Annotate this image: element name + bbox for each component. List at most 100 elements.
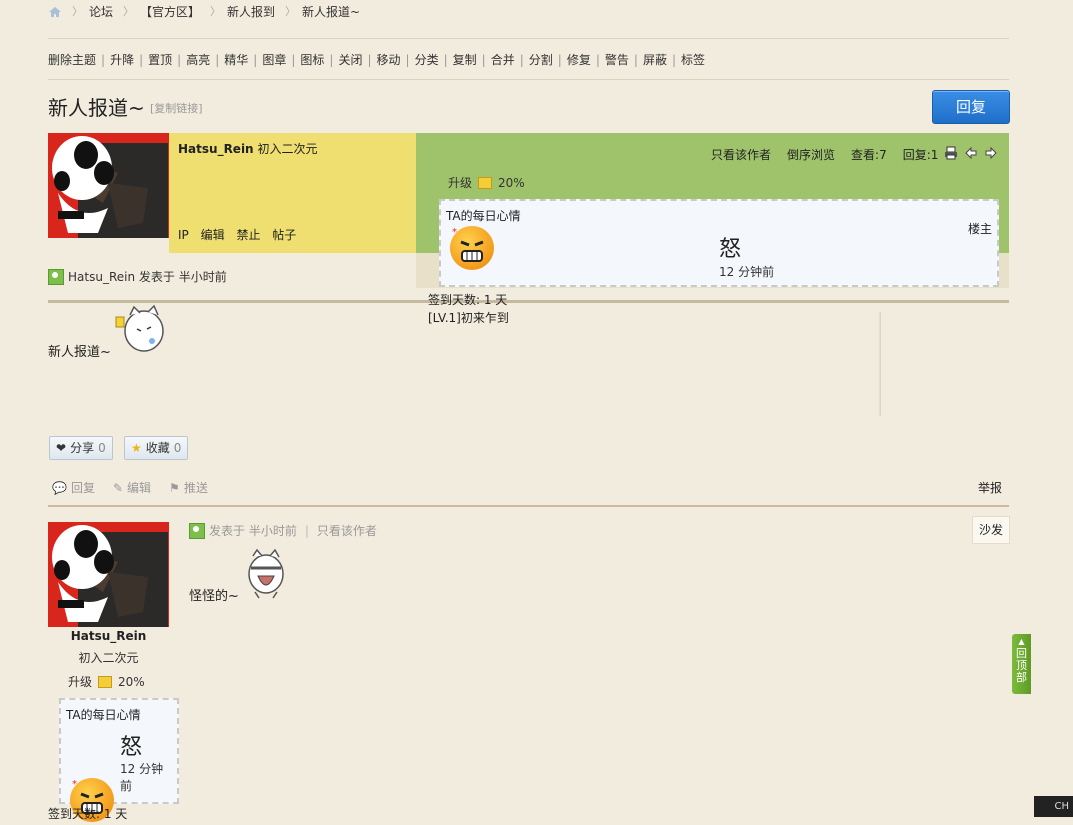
mod-action-9[interactable]: 分类 (415, 50, 439, 70)
post-divider (48, 505, 1009, 507)
waving-sticker-icon (114, 303, 166, 360)
mood-word: 怒 (120, 735, 143, 760)
avatar[interactable] (48, 133, 169, 238)
back-to-top-button[interactable]: ▲ 回顶部 (1012, 634, 1031, 694)
breadcrumb-separator: 〉 (123, 5, 135, 18)
only-author-link[interactable]: 只看该作者 (317, 522, 377, 539)
toolbar-separator: | (595, 53, 600, 67)
toolbar-separator: | (557, 53, 562, 67)
checkin-days: 签到天数: 1 天 (48, 807, 128, 821)
post-content: 新人报道~ (48, 345, 111, 360)
posted-text: Hatsu_Rein 发表于 半小时前 (68, 270, 227, 284)
toolbar-separator: | (443, 53, 448, 67)
floor-label[interactable]: 楼主 (963, 218, 997, 240)
thread-meta: 只看该作者 倒序浏览 查看:7 回复:1 (711, 146, 938, 163)
post-divider (48, 300, 1009, 303)
user-icon (189, 522, 205, 539)
star-icon: ★ (131, 441, 142, 455)
reverse-order-link[interactable]: 倒序浏览 (787, 146, 835, 163)
upgrade-percent: 20% (118, 674, 145, 689)
author-name[interactable]: Hatsu_Rein (48, 629, 169, 643)
mod-action-7[interactable]: 关闭 (338, 50, 362, 70)
posted-line: Hatsu_Rein 发表于 半小时前 (48, 268, 227, 285)
edit-action[interactable]: ✎ 编辑 (113, 479, 151, 496)
post-actions: 💬 回复 ✎ 编辑 ⚑ 推送 (52, 479, 208, 496)
mod-action-3[interactable]: 高亮 (186, 50, 210, 70)
mood-time: 12 分钟前 (719, 265, 775, 279)
breadcrumb-separator: 〉 (285, 5, 297, 18)
mod-action-12[interactable]: 分割 (529, 50, 553, 70)
author-rank: 初入二次元 (78, 651, 139, 665)
admin-links: IP 编辑 禁止 帖子 (178, 226, 304, 243)
push-action[interactable]: ⚑ 推送 (169, 479, 208, 496)
svg-text:*: * (72, 779, 77, 790)
print-icon[interactable] (944, 146, 958, 160)
toolbar-separator: | (139, 53, 144, 67)
toolbar-separator: | (519, 53, 524, 67)
upgrade-percent: 20% (498, 175, 525, 190)
mod-action-8[interactable]: 移动 (377, 50, 401, 70)
breadcrumb-newbie[interactable]: 新人报到 (227, 0, 275, 24)
crying-sticker-icon (245, 548, 287, 603)
mod-action-6[interactable]: 图标 (300, 50, 324, 70)
mod-action-4[interactable]: 精华 (224, 50, 248, 70)
upgrade-bar (98, 675, 113, 688)
reply-action-label: 回复 (70, 481, 95, 495)
mod-action-0[interactable]: 删除主题 (48, 50, 96, 70)
favorite-button[interactable]: ★ 收藏 0 (124, 436, 189, 460)
floor-label[interactable]: 沙发 (972, 516, 1010, 544)
mood-title: TA的每日心情 (66, 708, 141, 722)
mood-time: 12 分钟前 (120, 762, 164, 793)
arrow-up-icon: ▲ (1018, 637, 1025, 646)
mod-action-13[interactable]: 修复 (567, 50, 591, 70)
mod-action-5[interactable]: 图章 (262, 50, 286, 70)
ime-indicator[interactable]: CH (1034, 796, 1073, 817)
breadcrumb-forum[interactable]: 论坛 (89, 0, 113, 24)
edit-user-link[interactable]: 编辑 (201, 228, 225, 242)
report-link[interactable]: 举报 (978, 479, 1002, 496)
mod-action-1[interactable]: 升降 (110, 50, 134, 70)
toolbar-separator: | (291, 53, 296, 67)
mod-action-15[interactable]: 屏蔽 (643, 50, 667, 70)
divider (48, 38, 1009, 39)
prev-thread-icon[interactable] (964, 146, 978, 160)
ban-link[interactable]: 禁止 (236, 228, 260, 242)
user-icon (48, 268, 64, 285)
copy-link[interactable]: [复制链接] (150, 100, 203, 116)
breadcrumb-separator: 〉 (72, 5, 83, 18)
upgrade-label: 升级 (448, 176, 473, 190)
toolbar-separator: | (481, 53, 486, 67)
reply-action[interactable]: 💬 回复 (52, 479, 95, 496)
user-posts-link[interactable]: 帖子 (272, 228, 296, 242)
next-thread-icon[interactable] (984, 146, 998, 160)
breadcrumb-official[interactable]: 【官方区】 (140, 0, 200, 24)
upgrade-progress: 升级 20% (68, 673, 145, 690)
mod-action-16[interactable]: 标签 (681, 50, 705, 70)
angry-face-icon: * (450, 226, 494, 270)
upgrade-bar (478, 176, 493, 189)
push-action-label: 推送 (183, 481, 208, 495)
mod-action-10[interactable]: 复制 (453, 50, 477, 70)
breadcrumb: 〉 论坛 〉 【官方区】 〉 新人报到 〉 新人报道~ (48, 0, 360, 24)
mod-action-2[interactable]: 置顶 (148, 50, 172, 70)
only-author-link[interactable]: 只看该作者 (711, 146, 771, 163)
mod-action-14[interactable]: 警告 (605, 50, 629, 70)
toolbar-separator: | (671, 53, 676, 67)
toolbar-separator: | (177, 53, 182, 67)
author-name[interactable]: Hatsu_Rein (178, 142, 254, 156)
breadcrumb-current: 新人报道~ (302, 5, 361, 19)
toolbar-separator: | (329, 53, 334, 67)
edit-action-label: 编辑 (127, 481, 152, 495)
mod-action-11[interactable]: 合并 (491, 50, 515, 70)
avatar[interactable] (48, 522, 169, 627)
checkin-level: [LV.1]初来乍到 (428, 311, 509, 325)
author-header: Hatsu_Rein 初入二次元 (178, 140, 317, 157)
ip-link[interactable]: IP (178, 228, 189, 242)
post-content: 怪怪的~ (189, 589, 239, 604)
divider (48, 79, 1009, 80)
reply-button[interactable]: 回复 (932, 90, 1010, 124)
share-button[interactable]: ❤ 分享 0 (49, 436, 113, 460)
home-icon[interactable] (48, 6, 62, 18)
push-icon: ⚑ (169, 480, 180, 495)
breadcrumb-separator: 〉 (210, 5, 222, 18)
